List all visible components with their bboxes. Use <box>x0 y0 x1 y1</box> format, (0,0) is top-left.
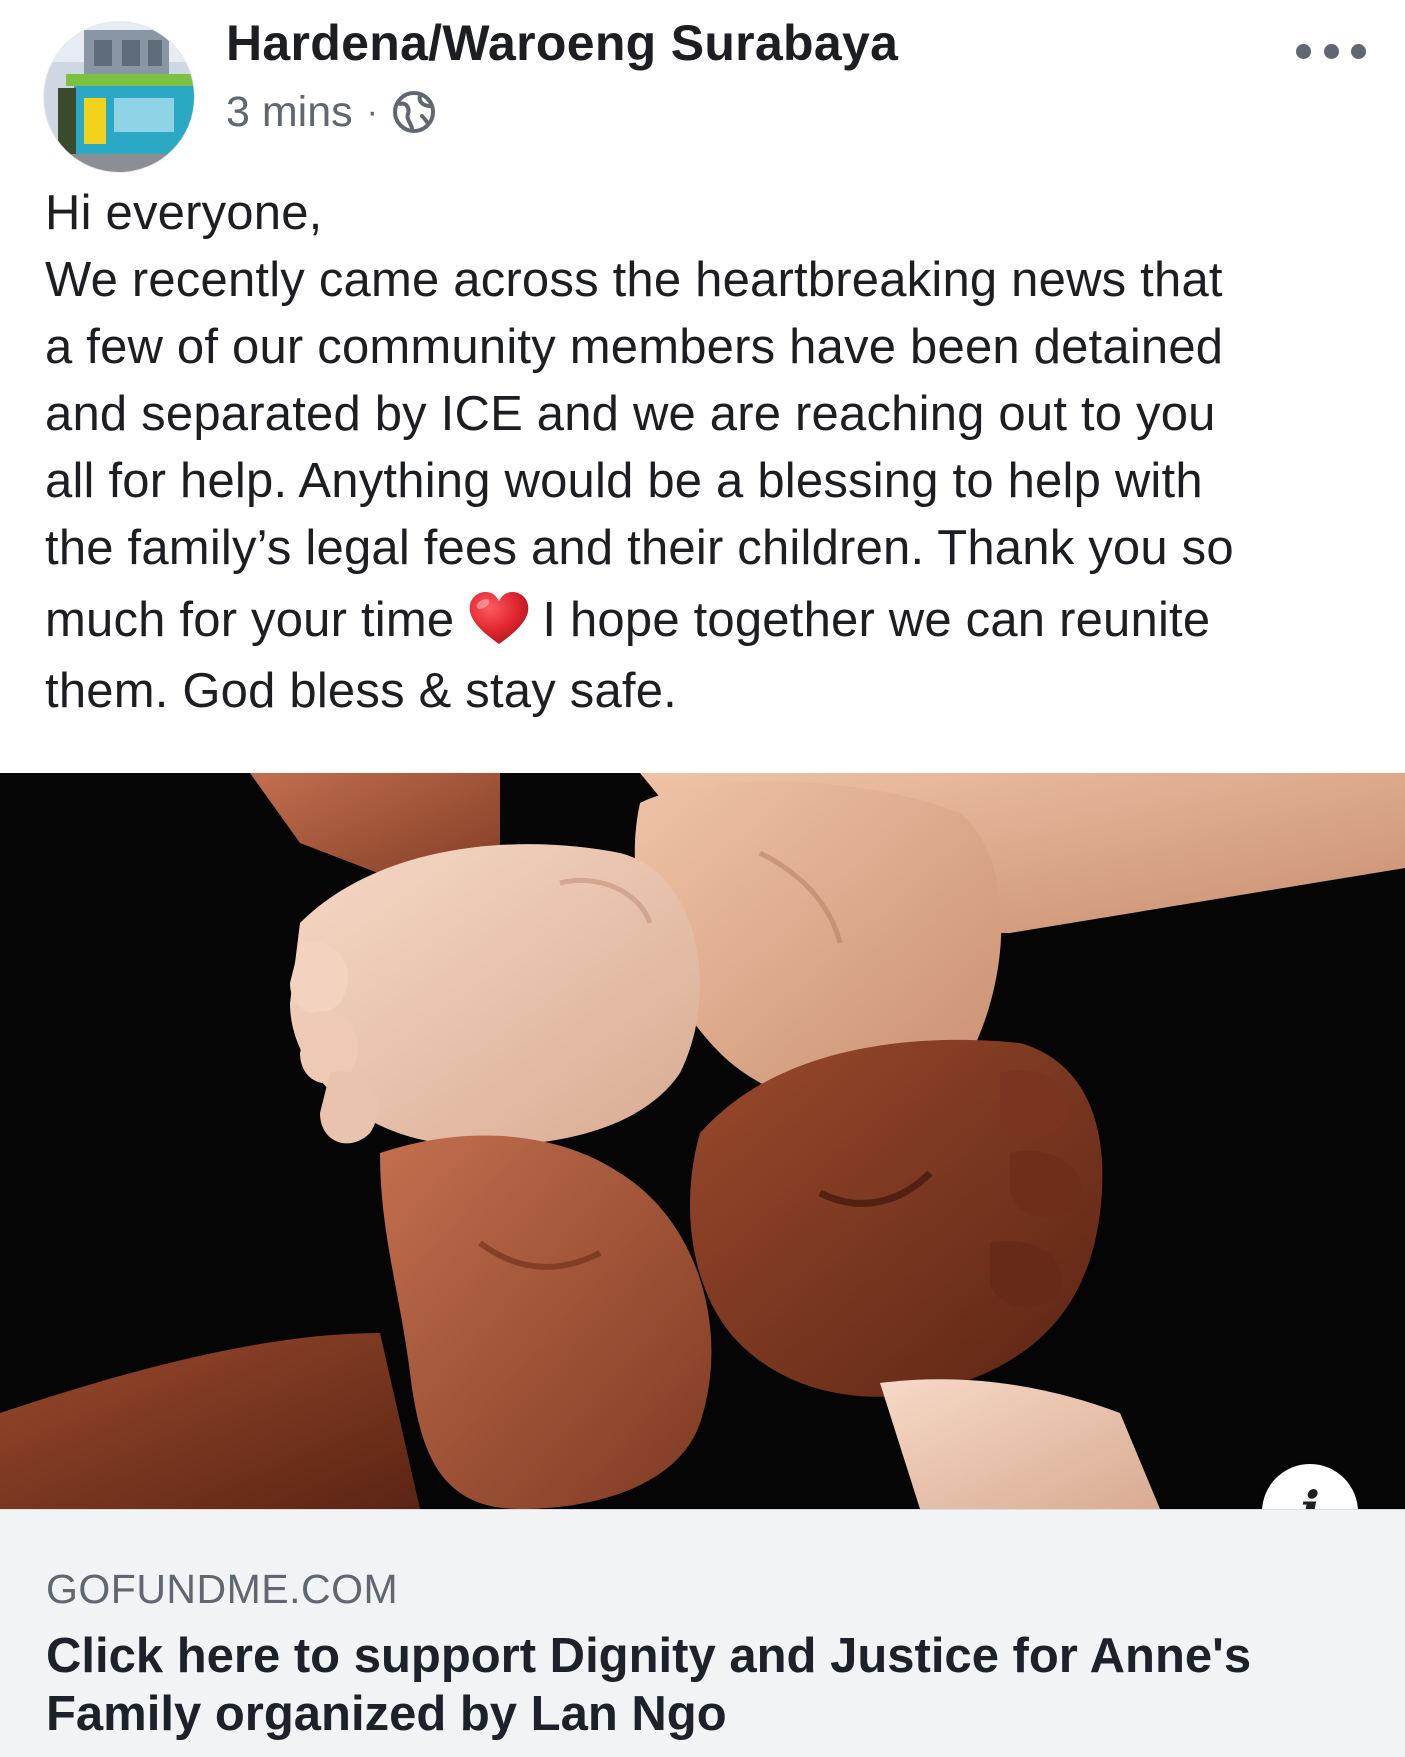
post-meta: 3 mins · <box>226 82 438 142</box>
linked-hands-photo[interactable] <box>0 773 1405 1509</box>
link-title[interactable]: Click here to support Dignity and Justic… <box>46 1627 1376 1743</box>
post-text-line: and separated by ICE and we are reaching… <box>45 387 1216 441</box>
post-header: Hardena/Waroeng Surabaya 3 mins · <box>0 0 1405 172</box>
post-text-line: a few of our community members have been… <box>45 320 1224 374</box>
red-heart-icon <box>466 588 532 648</box>
post-text-line: Hi everyone, <box>45 186 323 240</box>
post-text-line: them. God bless & stay safe. <box>45 664 678 718</box>
post-text-line: the family’s legal fees and their childr… <box>45 521 1234 575</box>
link-title-line: Family organized by Lan Ngo <box>46 1687 727 1741</box>
more-options-icon[interactable] <box>1296 36 1366 66</box>
post-timestamp[interactable]: 3 mins <box>226 88 353 137</box>
meta-separator: · <box>366 92 378 131</box>
post-text-line: We recently came across the heartbreakin… <box>45 253 1223 307</box>
post-text-line: all for help. Anything would be a blessi… <box>45 454 1203 508</box>
link-domain: GOFUNDME.COM <box>46 1566 399 1612</box>
post-text-fragment: I hope together we can reunite <box>542 593 1211 647</box>
post-text-line: much for your time I hope together we can… <box>45 582 1385 658</box>
globe-icon <box>390 88 438 136</box>
more-dot <box>1351 43 1366 59</box>
post-message: Hi everyone, We recently came across the… <box>45 180 1385 725</box>
page-name[interactable]: Hardena/Waroeng Surabaya <box>226 14 898 72</box>
storefront-thumbnail <box>44 22 194 172</box>
more-dot <box>1296 43 1311 59</box>
link-preview-card[interactable]: GOFUNDME.COM Click here to support Digni… <box>0 1509 1405 1757</box>
page-avatar[interactable] <box>44 22 194 172</box>
more-dot <box>1323 43 1339 59</box>
post-text-fragment: much for your time <box>45 593 455 647</box>
link-title-line: Click here to support Dignity and Justic… <box>46 1629 1252 1683</box>
